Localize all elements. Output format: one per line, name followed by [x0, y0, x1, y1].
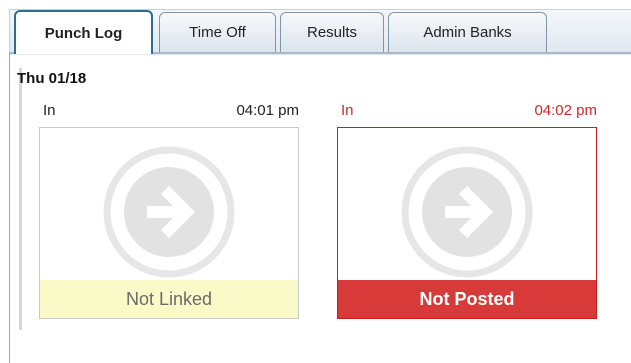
- punch-card[interactable]: Not Linked: [39, 127, 299, 319]
- tab-label: Punch Log: [44, 24, 123, 42]
- punch-direction: In: [341, 102, 354, 119]
- tab-admin-banks[interactable]: Admin Banks: [388, 12, 547, 52]
- tab-label: Results: [306, 24, 358, 41]
- punch-time: 04:02 pm: [534, 102, 597, 119]
- arrow-right-circle-icon: [103, 146, 235, 278]
- status-not-posted: Not Posted: [338, 280, 596, 318]
- punch-entry: In 04:02 pm Not Posted: [337, 100, 597, 319]
- punch-entry: In 04:01 pm Not Linked: [39, 100, 299, 319]
- punch-time: 04:01 pm: [236, 102, 299, 119]
- status-not-linked: Not Linked: [40, 280, 298, 318]
- tab-time-off[interactable]: Time Off: [159, 12, 276, 52]
- day-group-rule: [19, 68, 22, 330]
- punch-header: In 04:02 pm: [337, 100, 597, 122]
- tab-punch-log[interactable]: Punch Log: [14, 10, 153, 54]
- punch-log-app: Punch Log Time Off Results Admin Banks T…: [0, 0, 631, 363]
- punch-direction: In: [43, 102, 56, 119]
- punch-card[interactable]: Not Posted: [337, 127, 597, 319]
- tab-label: Admin Banks: [423, 24, 512, 41]
- arrow-right-circle-icon: [401, 146, 533, 278]
- day-title: Thu 01/18: [17, 70, 87, 87]
- tab-label: Time Off: [189, 24, 246, 41]
- tab-results[interactable]: Results: [280, 12, 384, 52]
- punch-header: In 04:01 pm: [39, 100, 299, 122]
- tab-strip: Punch Log Time Off Results Admin Banks: [0, 0, 631, 55]
